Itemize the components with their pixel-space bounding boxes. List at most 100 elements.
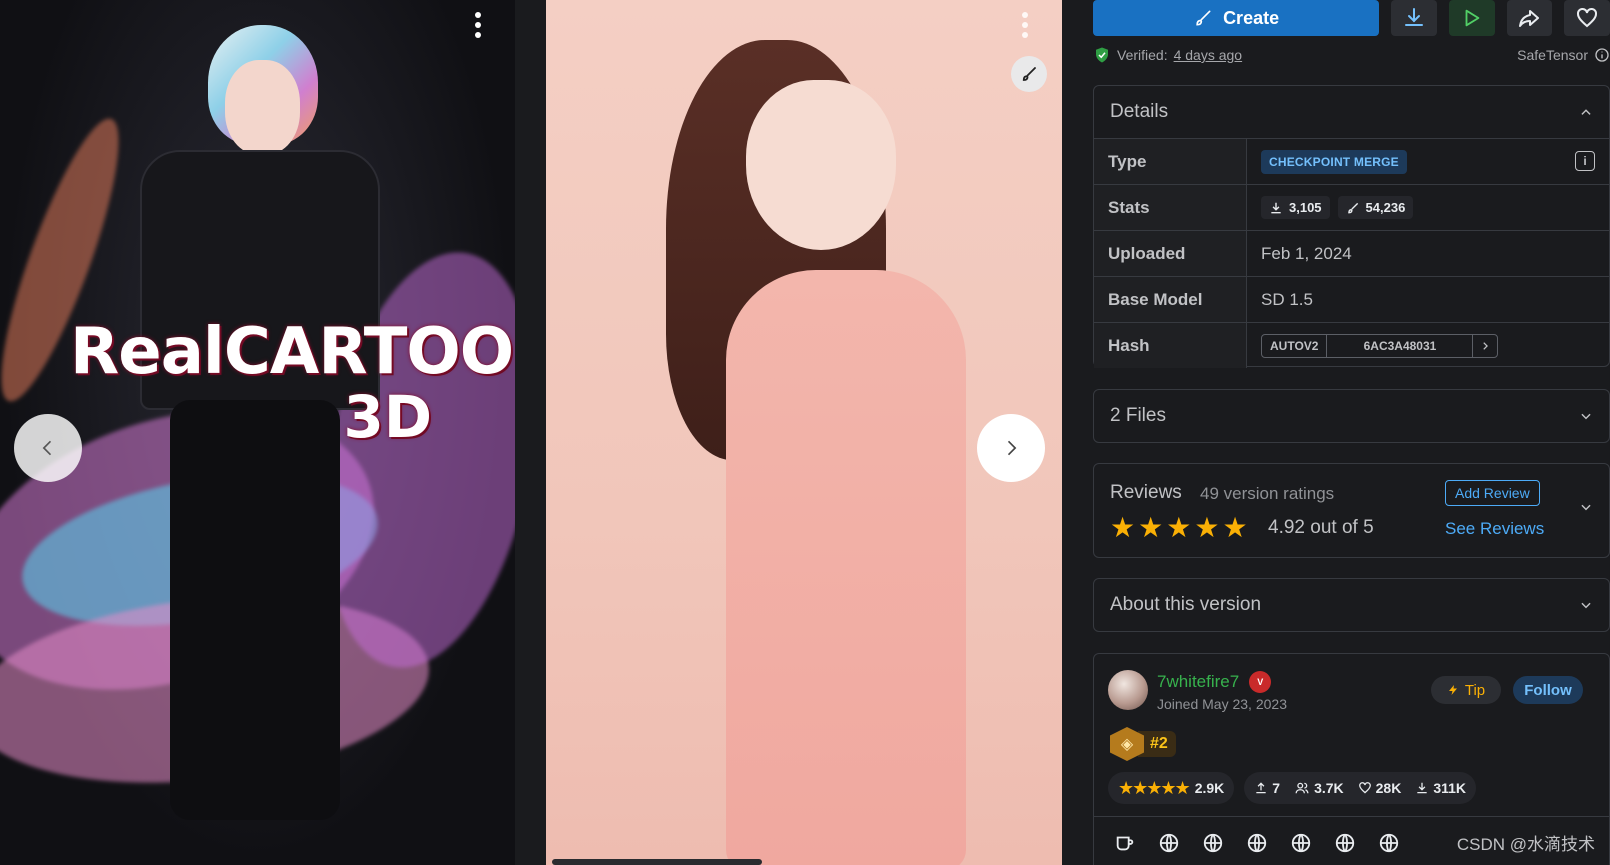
upload-icon [1256, 782, 1266, 794]
details-panel: Details Type CHECKPOINT MERGE i Stats 3,… [1093, 85, 1610, 368]
row-key: Type [1094, 139, 1247, 184]
hash-value[interactable]: 6AC3A48031 [1327, 334, 1474, 357]
users-icon [1295, 782, 1309, 794]
verification-row: Verified: 4 days ago SafeTensor [1093, 44, 1610, 66]
details-row-uploaded: Uploaded Feb 1, 2024 [1094, 230, 1609, 276]
star-icon: ★ [1110, 512, 1136, 543]
brush-icon [1347, 202, 1358, 213]
see-reviews-link[interactable]: See Reviews [1445, 519, 1544, 539]
info-icon[interactable] [1594, 47, 1610, 63]
follow-button[interactable]: Follow [1513, 676, 1583, 704]
next-image-button[interactable] [977, 414, 1045, 482]
hash-selector[interactable]: AUTOV2 6AC3A48031 [1261, 333, 1499, 358]
create-label: Create [1223, 7, 1280, 28]
row-key: Uploaded [1094, 231, 1247, 276]
globe-icon[interactable] [1290, 832, 1312, 854]
chevron-down-icon [1581, 602, 1591, 609]
info-icon[interactable]: i [1575, 151, 1595, 171]
download-button[interactable] [1391, 0, 1437, 36]
reviews-title: Reviews [1110, 482, 1182, 503]
globe-icon[interactable] [1378, 832, 1400, 854]
image-menu-button[interactable] [1014, 10, 1036, 40]
star-icon: ★ [1222, 512, 1248, 543]
previous-image-button[interactable] [14, 414, 82, 482]
creator-badge-icon: V [1249, 671, 1272, 693]
artwork-title: RealCARTOON 3D [70, 315, 515, 451]
brush-icon [1022, 67, 1036, 81]
globe-icon[interactable] [1246, 832, 1268, 854]
download-icon [1405, 8, 1424, 26]
details-row-base-model: Base Model SD 1.5 [1094, 276, 1609, 322]
star-icon: ★ [1194, 512, 1220, 543]
run-button[interactable] [1448, 0, 1495, 36]
lightning-icon [1448, 685, 1457, 695]
ratings-count: 49 version ratings [1200, 484, 1335, 503]
creator-rank: ◈ #2 [1110, 724, 1176, 764]
watermark-text: CSDN @水滴技术 [1456, 835, 1595, 854]
rating-count: 2.9K [1194, 780, 1225, 796]
globe-icon[interactable] [1202, 832, 1224, 854]
joined-date: Joined May 23, 2023 [1157, 696, 1287, 712]
generations-count: 54,236 [1365, 200, 1406, 215]
figure-legs [170, 400, 340, 820]
avatar[interactable] [1108, 670, 1148, 710]
globe-icon[interactable] [1334, 832, 1356, 854]
share-button[interactable] [1506, 0, 1553, 36]
uploads-count: 7 [1272, 780, 1281, 796]
model-page: RealCARTOON 3D [0, 0, 1610, 865]
more-vertical-icon [475, 12, 481, 18]
details-header[interactable]: Details [1094, 86, 1609, 138]
action-toolbar: Create [1093, 0, 1610, 36]
about-version-panel[interactable]: About this version [1093, 578, 1610, 632]
more-vertical-icon [1022, 12, 1028, 18]
tip-button[interactable]: Tip [1431, 676, 1501, 704]
chevron-right-icon [1007, 440, 1017, 456]
add-review-button[interactable]: Add Review [1445, 480, 1540, 506]
downloads-count: 3,105 [1289, 200, 1322, 215]
model-sidebar: Create Verified: 4 days ago SafeTensor D… [1093, 0, 1610, 865]
files-panel[interactable]: 2 Files [1093, 389, 1610, 443]
generations-stat: 54,236 [1337, 196, 1414, 219]
gallery-scrollbar[interactable] [552, 859, 762, 865]
details-row-hash: Hash AUTOV2 6AC3A48031 [1094, 322, 1609, 368]
shield-check-icon [1096, 47, 1108, 63]
downloads-stat: 3,105 [1261, 196, 1330, 219]
details-title: Details [1110, 101, 1169, 122]
creator-username[interactable]: 7whitefire7 V [1157, 671, 1272, 693]
creator-rating-pill: ★★★★★ 2.9K [1108, 772, 1235, 804]
create-button[interactable]: Create [1093, 0, 1380, 36]
hash-type[interactable]: AUTOV2 [1262, 334, 1328, 357]
creator-card: 7whitefire7 V Joined May 23, 2023 Tip Fo… [1093, 653, 1610, 865]
uploaded-value: Feb 1, 2024 [1261, 243, 1352, 263]
chevron-down-icon[interactable] [1579, 500, 1593, 514]
figure-face [746, 80, 896, 250]
followers-count: 3.7K [1314, 780, 1344, 796]
heart-icon [1577, 7, 1598, 28]
tip-label: Tip [1464, 681, 1486, 699]
downloads-count: 311K [1433, 780, 1467, 796]
globe-icon[interactable] [1158, 832, 1180, 854]
chevron-right-icon [1483, 341, 1489, 350]
download-icon [1417, 782, 1427, 794]
files-title: 2 Files [1110, 405, 1166, 426]
details-row-stats: Stats 3,105 54,236 [1094, 184, 1609, 230]
remix-button[interactable] [1011, 56, 1047, 92]
cup-icon[interactable] [1114, 832, 1136, 854]
share-icon [1519, 10, 1540, 27]
details-row-type: Type CHECKPOINT MERGE i [1094, 138, 1609, 184]
chevron-up-icon [1581, 109, 1591, 115]
like-button[interactable] [1564, 0, 1610, 36]
hash-next-button[interactable] [1473, 335, 1497, 357]
brush-icon [1196, 10, 1211, 26]
download-icon [1271, 202, 1281, 213]
creator-metrics-pill: 7 3.7K 28K 311K [1244, 772, 1477, 804]
row-key: Stats [1094, 185, 1247, 230]
play-icon [1465, 9, 1480, 27]
verified-label: Verified: [1117, 47, 1168, 63]
base-model-value: SD 1.5 [1261, 289, 1313, 309]
type-badge: CHECKPOINT MERGE [1261, 149, 1407, 174]
verified-date-link[interactable]: 4 days ago [1174, 47, 1243, 63]
image-menu-button[interactable] [467, 10, 489, 40]
figure-face [225, 60, 300, 155]
star-icon: ★ [1166, 512, 1192, 543]
